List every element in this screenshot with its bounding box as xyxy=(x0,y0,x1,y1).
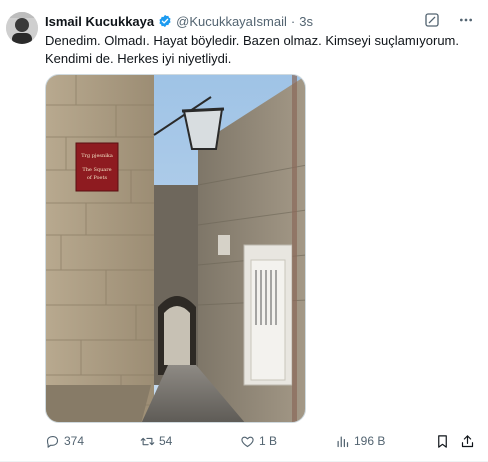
author-display-name[interactable]: Ismail Kucukkaya xyxy=(45,14,154,29)
sign-line3: of Poets xyxy=(87,175,108,181)
sign-line1: Trg pjesnika xyxy=(81,153,113,159)
bookmark-icon xyxy=(438,434,447,448)
header-separator: · xyxy=(290,13,296,29)
retweet-icon xyxy=(140,437,155,445)
reply-count: 374 xyxy=(64,434,85,448)
grok-icon[interactable] xyxy=(424,12,440,28)
like-icon xyxy=(241,436,254,447)
tweet-photo[interactable]: Trg pjesnika The Square of Poets xyxy=(45,74,306,423)
reply-icon xyxy=(46,435,59,448)
alley-photo: Trg pjesnika The Square of Poets xyxy=(46,75,305,422)
top-right-icons xyxy=(424,12,474,28)
retweet-count: 54 xyxy=(159,434,173,448)
reply-button[interactable]: 374 xyxy=(45,434,84,449)
tweet-text: Denedim. Olmadı. Hayat böyledir. Bazen o… xyxy=(45,33,459,66)
tweet-actions: 374 54 1 B 196 B xyxy=(45,432,475,450)
avatar-image xyxy=(6,12,38,44)
tweet-article[interactable]: Ismail Kucukkaya @KucukkayaIsmail · 3s D xyxy=(0,0,488,462)
more-icon[interactable] xyxy=(458,12,474,28)
tweet-time[interactable]: 3s xyxy=(299,14,313,29)
avatar[interactable] xyxy=(6,12,38,44)
like-button[interactable]: 1 B xyxy=(240,434,277,449)
sign-line2: The Square xyxy=(82,167,111,173)
tweet-header: Ismail Kucukkaya @KucukkayaIsmail · 3s xyxy=(45,12,313,30)
share-icon xyxy=(461,434,474,447)
bookmark-button[interactable] xyxy=(435,434,450,449)
like-count: 1 B xyxy=(259,434,278,448)
views-icon xyxy=(337,436,349,447)
views-button[interactable]: 196 B xyxy=(335,434,385,449)
verified-badge-icon xyxy=(158,14,172,28)
share-button[interactable] xyxy=(460,434,475,449)
views-count: 196 B xyxy=(354,434,386,448)
author-handle[interactable]: @KucukkayaIsmail xyxy=(176,14,287,29)
retweet-button[interactable]: 54 xyxy=(140,434,172,449)
